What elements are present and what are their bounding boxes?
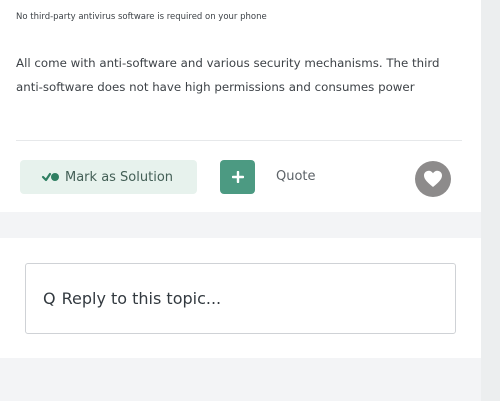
- forum-page: No third-party antivirus software is req…: [0, 0, 500, 401]
- reply-card: Q Reply to this topic...: [0, 238, 481, 358]
- mark-as-solution-label: Mark as Solution: [65, 169, 174, 185]
- reply-input[interactable]: Q Reply to this topic...: [25, 263, 456, 334]
- search-icon: Q: [43, 289, 56, 308]
- heart-icon: [424, 170, 442, 187]
- like-button[interactable]: [415, 161, 451, 197]
- plus-button[interactable]: [220, 160, 255, 194]
- mark-as-solution-button[interactable]: Mark as Solution: [20, 160, 197, 194]
- solution-toggle-icon: [41, 171, 61, 183]
- post-card: No third-party antivirus software is req…: [0, 0, 481, 212]
- quote-link[interactable]: Quote: [276, 169, 316, 184]
- post-body: All come with anti-software and various …: [16, 56, 440, 94]
- post-divider: [16, 140, 462, 141]
- plus-icon: [231, 171, 244, 183]
- scrollbar-track[interactable]: [481, 0, 500, 401]
- post-title: No third-party antivirus software is req…: [16, 12, 267, 22]
- reply-placeholder: Reply to this topic...: [61, 289, 222, 308]
